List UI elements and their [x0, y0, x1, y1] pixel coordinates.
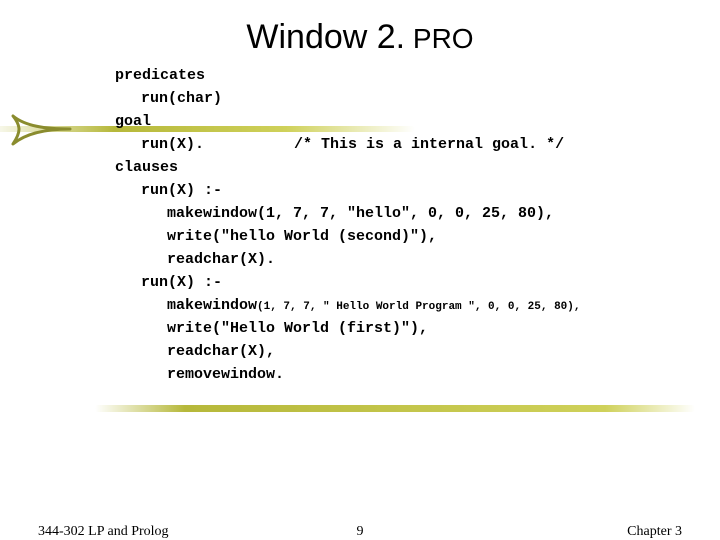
code-line: run(X). /* This is a internal goal. */	[115, 136, 720, 153]
footer-center: 9	[0, 524, 720, 540]
decorative-underline-bottom	[95, 405, 695, 412]
code-line: run(X) :-	[115, 182, 720, 199]
code-line: clauses	[115, 159, 720, 176]
title-part2: PRO	[405, 23, 473, 54]
code-line: write("Hello World (first)"),	[115, 320, 720, 337]
code-line: write("hello World (second)"),	[115, 228, 720, 245]
title-part1: Window 2.	[246, 18, 405, 56]
code-line: makewindow(1, 7, 7, " Hello World Progra…	[115, 297, 720, 314]
footer-right: Chapter 3	[627, 524, 682, 540]
code-line: predicates	[115, 67, 720, 84]
code-line: readchar(X),	[115, 343, 720, 360]
code-line: makewindow(1, 7, 7, "hello", 0, 0, 25, 8…	[115, 205, 720, 222]
swoosh-tail-icon	[0, 108, 75, 152]
slide-title: Window 2. PRO	[0, 0, 720, 57]
code-line: removewindow.	[115, 366, 720, 383]
code-line: readchar(X).	[115, 251, 720, 268]
code-block: predicates run(char) goal run(X). /* Thi…	[115, 67, 720, 383]
code-line: run(X) :-	[115, 274, 720, 291]
code-line: goal	[115, 113, 720, 130]
code-line: run(char)	[115, 90, 720, 107]
